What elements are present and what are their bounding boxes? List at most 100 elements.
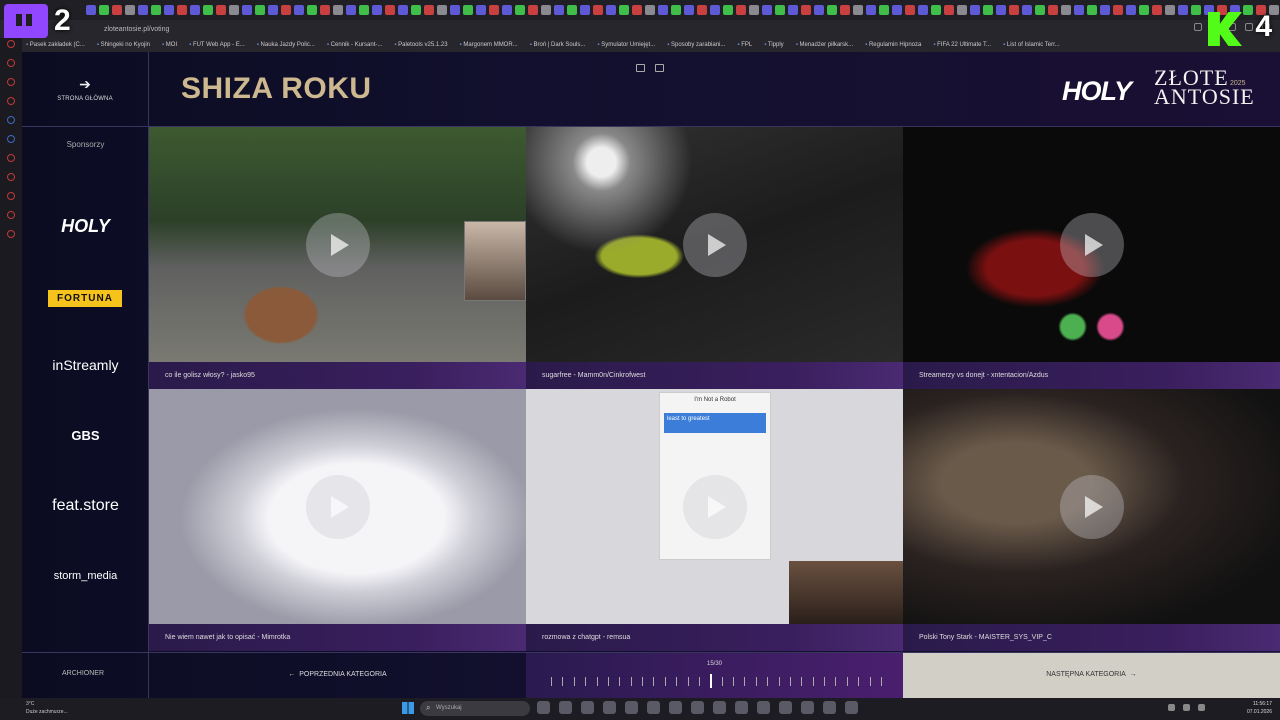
bookmark-item[interactable]: FUT Web App - E... xyxy=(189,42,245,48)
sidebar-app-icon[interactable] xyxy=(7,211,15,219)
browser-tab[interactable] xyxy=(879,5,889,15)
browser-tab[interactable] xyxy=(255,5,265,15)
browser-tab[interactable] xyxy=(424,5,434,15)
app-icon[interactable] xyxy=(603,701,616,714)
bookmark-item[interactable]: FIFA 22 Ultimate T... xyxy=(933,42,991,48)
sidebar-app-icon[interactable] xyxy=(7,78,15,86)
progress-tick[interactable] xyxy=(733,677,735,686)
bookmark-item[interactable]: Sposoby zarabiani... xyxy=(667,42,725,48)
taskbar-clock[interactable]: 11:56:17 07.01.2026 xyxy=(1247,700,1272,716)
browser-tab[interactable] xyxy=(294,5,304,15)
browser-tab[interactable] xyxy=(983,5,993,15)
browser-tab[interactable] xyxy=(125,5,135,15)
app-icon[interactable] xyxy=(845,701,858,714)
progress-tick[interactable] xyxy=(801,677,803,686)
browser-tab[interactable] xyxy=(645,5,655,15)
browser-tab[interactable] xyxy=(619,5,629,15)
browser-tab[interactable] xyxy=(788,5,798,15)
browser-tab[interactable] xyxy=(138,5,148,15)
bookmark-item[interactable]: Pasek zakładek (C... xyxy=(26,42,85,48)
browser-tab[interactable] xyxy=(1191,5,1201,15)
progress-tick[interactable] xyxy=(846,677,848,686)
taskbar-search[interactable]: Wyszukaj xyxy=(420,701,530,716)
browser-tab[interactable] xyxy=(840,5,850,15)
browser-tab[interactable] xyxy=(112,5,122,15)
progress-tick[interactable] xyxy=(630,677,632,686)
progress-tick[interactable] xyxy=(562,677,564,686)
browser-tab[interactable] xyxy=(775,5,785,15)
progress-tick[interactable] xyxy=(607,677,609,686)
browser-tab[interactable] xyxy=(1126,5,1136,15)
progress-tick[interactable] xyxy=(619,677,621,686)
play-icon[interactable] xyxy=(1060,475,1124,539)
progress-tick[interactable] xyxy=(824,677,826,686)
picture-in-picture-icon[interactable] xyxy=(636,64,645,72)
play-icon[interactable] xyxy=(306,475,370,539)
browser-tab[interactable] xyxy=(970,5,980,15)
browser-tab[interactable] xyxy=(515,5,525,15)
bookmark-item[interactable]: Paletools v25.1.23 xyxy=(394,42,447,48)
browser-tab[interactable] xyxy=(996,5,1006,15)
browser-tab[interactable] xyxy=(1048,5,1058,15)
sidebar-app-icon[interactable] xyxy=(7,135,15,143)
browser-tab[interactable] xyxy=(658,5,668,15)
bookmark-item[interactable]: Nauka Jazdy Polic... xyxy=(257,42,315,48)
browser-tab[interactable] xyxy=(632,5,642,15)
progress-tick[interactable] xyxy=(585,677,587,686)
browser-tab[interactable] xyxy=(1139,5,1149,15)
browser-tab[interactable] xyxy=(268,5,278,15)
sponsor-fortuna[interactable]: FORTUNA xyxy=(48,290,122,307)
browser-tab[interactable] xyxy=(918,5,928,15)
play-icon[interactable] xyxy=(683,213,747,277)
browser-tab[interactable] xyxy=(827,5,837,15)
progress-tick[interactable] xyxy=(812,677,814,686)
browser-tab[interactable] xyxy=(489,5,499,15)
browser-tab[interactable] xyxy=(242,5,252,15)
browser-tab[interactable] xyxy=(463,5,473,15)
sidebar-app-icon[interactable] xyxy=(7,192,15,200)
bookmark-item[interactable]: Cennik - Kursant-... xyxy=(327,42,383,48)
nominee-tile[interactable]: I'm Not a Robot least to greatest rozmow… xyxy=(526,389,903,651)
browser-tab[interactable] xyxy=(385,5,395,15)
browser-tab[interactable] xyxy=(151,5,161,15)
sidebar-app-icon[interactable] xyxy=(7,59,15,67)
browser-tab[interactable] xyxy=(333,5,343,15)
browser-tab[interactable] xyxy=(541,5,551,15)
bookmark-item[interactable]: Margonem MMOR... xyxy=(460,42,517,48)
progress-tick[interactable] xyxy=(664,677,666,686)
tray-chevron-icon[interactable] xyxy=(1168,704,1175,711)
browser-tab[interactable] xyxy=(203,5,213,15)
app-icon[interactable] xyxy=(823,701,836,714)
sidebar-app-icon[interactable] xyxy=(7,40,15,48)
nominee-tile[interactable]: Streamerzy vs donejt - xntentacion/Azdus xyxy=(903,127,1280,389)
sponsor-instreamly[interactable]: inStreamly xyxy=(22,357,149,373)
weather-widget[interactable]: 3°C Duże zachmurze... xyxy=(26,700,68,716)
windows-start-icon[interactable] xyxy=(402,702,414,714)
browser-tab[interactable] xyxy=(307,5,317,15)
browser-tab[interactable] xyxy=(749,5,759,15)
browser-tab[interactable] xyxy=(866,5,876,15)
chrome-icon[interactable] xyxy=(581,701,594,714)
browser-tab[interactable] xyxy=(164,5,174,15)
browser-tab[interactable] xyxy=(1061,5,1071,15)
bookmark-item[interactable]: Menadżer piłkarsk... xyxy=(796,42,853,48)
network-icon[interactable] xyxy=(1183,704,1190,711)
bookmark-item[interactable]: List of Islamic Terr... xyxy=(1003,42,1060,48)
browser-tab[interactable] xyxy=(814,5,824,15)
sponsor-gbs[interactable]: GBS xyxy=(22,428,149,443)
sponsor-storm-media[interactable]: storm_media xyxy=(22,570,149,582)
progress-tick[interactable] xyxy=(687,677,689,686)
sidebar-app-icon[interactable] xyxy=(7,97,15,105)
browser-tab[interactable] xyxy=(892,5,902,15)
browser-tab[interactable] xyxy=(398,5,408,15)
progress-tick[interactable] xyxy=(642,677,644,686)
address-bar[interactable]: zloteantosie.pl/voting xyxy=(0,20,1280,38)
browser-tab[interactable] xyxy=(710,5,720,15)
browser-tab[interactable] xyxy=(853,5,863,15)
browser-tab[interactable] xyxy=(1087,5,1097,15)
nominee-tile[interactable]: Nie wiem nawet jak to opisać - Mimrotka xyxy=(149,389,526,651)
progress-tick[interactable] xyxy=(858,677,860,686)
browser-tab[interactable] xyxy=(684,5,694,15)
play-icon[interactable] xyxy=(683,475,747,539)
browser-tab[interactable] xyxy=(476,5,486,15)
